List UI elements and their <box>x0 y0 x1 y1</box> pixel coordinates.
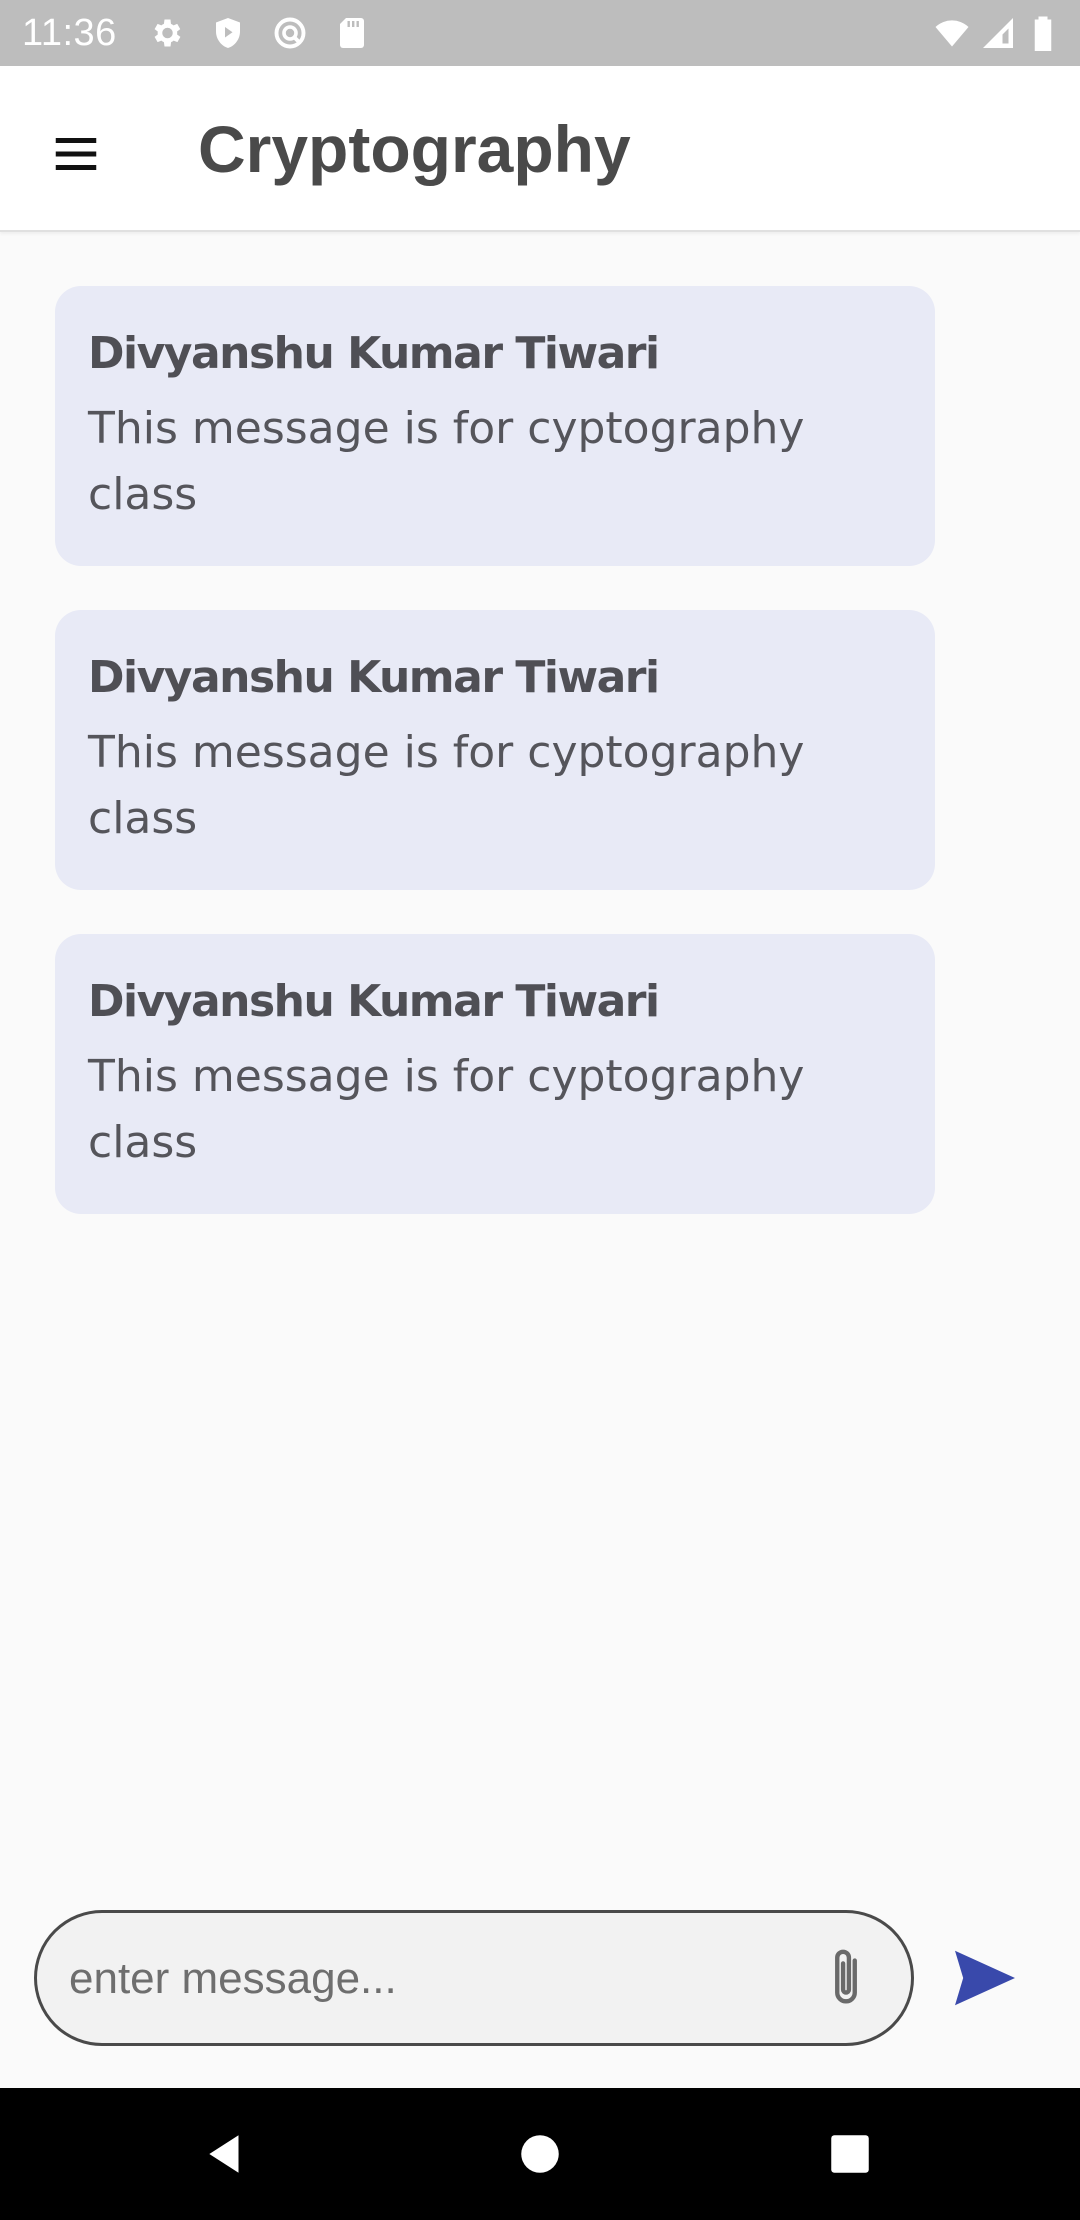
message-composer <box>34 1910 914 2046</box>
chat-screen: 11:36 Cryptography Divyanshu Kumar Tiwar… <box>0 0 1080 2220</box>
message-sender: Divyanshu Kumar Tiwari <box>88 328 660 379</box>
cellular-signal-icon <box>980 15 1016 51</box>
send-icon[interactable] <box>945 1940 1025 2016</box>
paperclip-icon[interactable] <box>811 1941 881 2015</box>
page-title: Cryptography <box>198 112 631 186</box>
message-card[interactable]: Divyanshu Kumar Tiwari This message is f… <box>55 286 935 566</box>
message-card[interactable]: Divyanshu Kumar Tiwari This message is f… <box>55 610 935 890</box>
wifi-icon <box>934 15 970 51</box>
settings-icon <box>148 15 184 51</box>
recents-icon[interactable] <box>810 2114 890 2194</box>
message-text: This message is for cyptography class <box>88 1051 805 1168</box>
hamburger-menu-icon[interactable] <box>36 114 116 194</box>
home-icon[interactable] <box>500 2114 580 2194</box>
message-sender: Divyanshu Kumar Tiwari <box>88 652 660 703</box>
shield-play-icon <box>210 15 246 51</box>
navigation-bar <box>0 2088 1080 2220</box>
message-card[interactable]: Divyanshu Kumar Tiwari This message is f… <box>55 934 935 1214</box>
sd-card-icon <box>334 15 370 51</box>
back-icon[interactable] <box>186 2114 266 2194</box>
vpn-icon <box>272 15 308 51</box>
message-text: This message is for cyptography class <box>88 403 805 520</box>
battery-icon <box>1030 15 1056 51</box>
message-list: Divyanshu Kumar Tiwari This message is f… <box>55 286 935 1258</box>
message-input[interactable] <box>67 1933 811 2025</box>
status-bar: 11:36 <box>0 0 1080 66</box>
message-sender: Divyanshu Kumar Tiwari <box>88 976 660 1027</box>
app-bar: Cryptography <box>0 66 1080 232</box>
status-time: 11:36 <box>22 12 117 54</box>
message-text: This message is for cyptography class <box>88 727 805 844</box>
